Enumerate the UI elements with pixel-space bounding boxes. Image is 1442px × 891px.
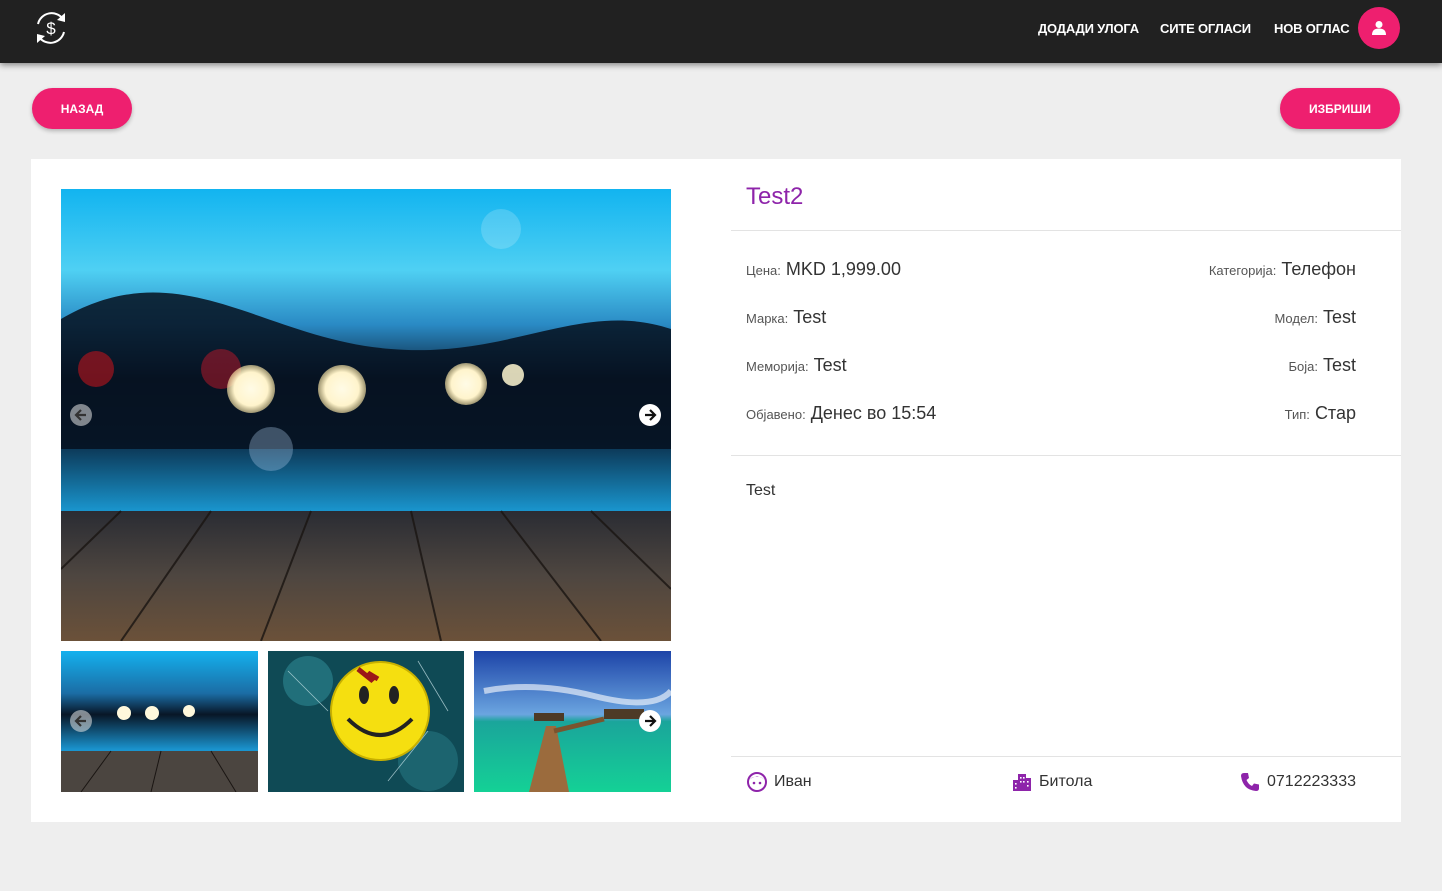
thumbs-prev-button[interactable] [70,710,92,732]
arrow-left-icon [74,409,86,421]
phone-icon [1241,773,1259,791]
published-field: Објавено: Денес во 15:54 [746,403,936,424]
city-info: Битола [1011,771,1092,793]
dollar-sync-icon[interactable]: $ [30,7,72,49]
nav-all-ads[interactable]: СИТЕ ОГЛАСИ [1160,21,1251,36]
owner-info: Иван [746,771,812,793]
face-icon [747,772,767,792]
arrow-left-icon [74,715,86,727]
published-label: Објавено: [746,407,806,422]
listing-card: Test2 Цена: MKD 1,999.00 Категорија: Тел… [31,159,1401,822]
back-button[interactable]: НАЗАД [32,88,132,129]
svg-text:$: $ [46,19,56,38]
memory-field: Меморија: Test [746,355,847,376]
user-icon [1372,21,1386,35]
divider [731,230,1401,231]
divider [731,455,1401,456]
delete-button[interactable]: ИЗБРИШИ [1280,88,1400,129]
brand-field: Марка: Test [746,307,826,328]
nav-new-ad[interactable]: НОВ ОГЛАС [1274,21,1350,36]
gallery-prev-button[interactable] [70,404,92,426]
gallery-thumbnail-3[interactable] [474,651,671,792]
price-value: MKD 1,999.00 [785,259,901,279]
user-menu-button[interactable] [1358,7,1400,49]
owner-name: Иван [774,773,812,790]
phone-number[interactable]: 0712223333 [1267,773,1356,791]
published-value: Денес во 15:54 [810,403,937,423]
price-field: Цена: MKD 1,999.00 [746,259,901,280]
arrow-right-icon [645,715,657,727]
phone-info: 0712223333 [1239,771,1356,793]
model-label: Модел: [1274,311,1318,326]
listing-title: Test2 [746,183,804,210]
color-field: Боја: Test [1288,355,1356,376]
brand-value: Test [793,307,827,327]
listing-description: Test [746,482,776,499]
thumbs-next-button[interactable] [639,710,661,732]
brand-label: Марка: [746,311,789,326]
city-name: Битола [1039,773,1093,790]
gallery-thumbnail-1[interactable] [61,651,258,792]
type-field: Тип: Стар [1285,403,1356,424]
arrow-right-icon [645,409,657,421]
model-field: Модел: Test [1274,307,1356,328]
gallery-next-button[interactable] [639,404,661,426]
price-label: Цена: [746,263,781,278]
color-value: Test [1322,355,1356,375]
main-gallery-image [61,189,671,641]
city-icon [1013,774,1031,791]
color-label: Боја: [1288,359,1318,374]
memory-label: Меморија: [746,359,809,374]
model-value: Test [1322,307,1356,327]
category-field: Категорија: Телефон [1209,259,1356,280]
category-value: Телефон [1281,259,1356,279]
divider [731,756,1401,757]
type-label: Тип: [1284,407,1310,422]
category-label: Категорија: [1208,263,1277,278]
nav-add-role[interactable]: ДОДАДИ УЛОГА [1038,21,1139,36]
type-value: Стар [1314,403,1356,423]
memory-value: Test [813,355,847,375]
gallery-thumbnail-2[interactable] [268,651,465,792]
top-navbar: $ ДОДАДИ УЛОГА СИТЕ ОГЛАСИ НОВ ОГЛАС [0,0,1442,63]
